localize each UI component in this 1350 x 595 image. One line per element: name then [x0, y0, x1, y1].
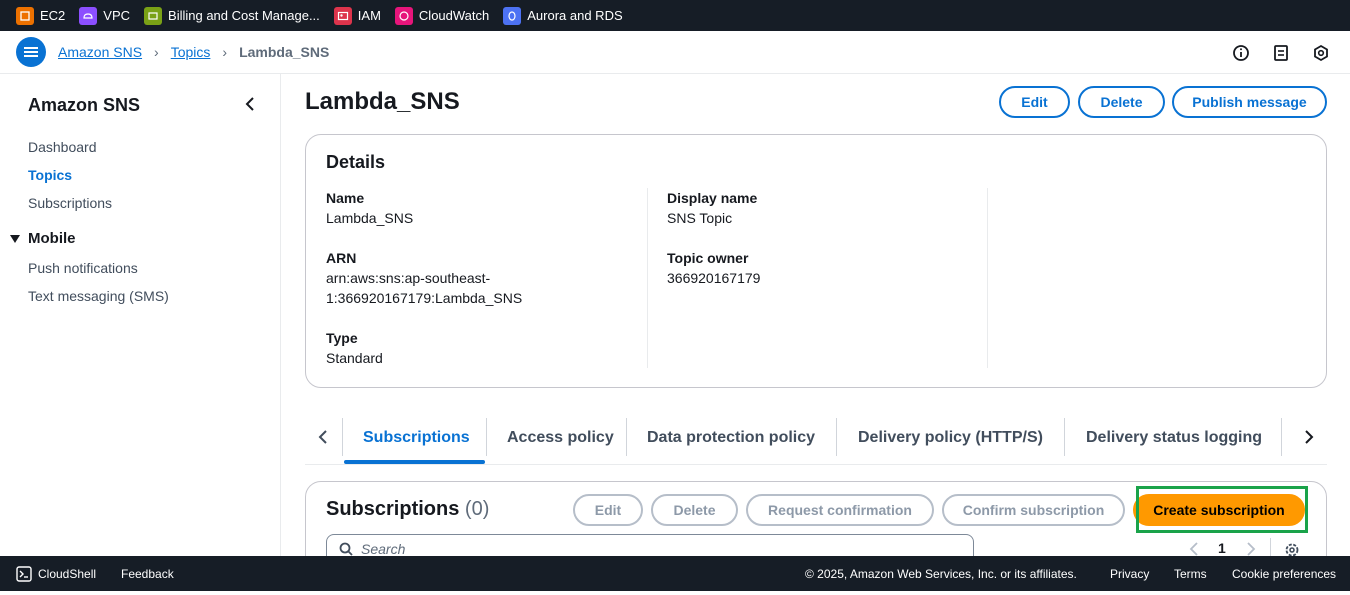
tab-divider: [1064, 418, 1065, 456]
name-value: Lambda_SNS: [326, 210, 414, 226]
vpc-icon: [79, 6, 98, 25]
sidebar-title: Amazon SNS: [28, 95, 141, 115]
rds-icon: [503, 6, 522, 25]
display-name-label: Display name: [667, 190, 758, 206]
type-label: Type: [326, 330, 358, 346]
tab-access-policy[interactable]: Access policy: [507, 414, 614, 462]
edit-subscription-button[interactable]: Edit: [573, 494, 643, 526]
type-value: Standard: [326, 350, 383, 366]
topic-owner-label: Topic owner: [667, 250, 749, 266]
favorite-label: EC2: [40, 8, 66, 23]
breadcrumb-amazon-sns[interactable]: Amazon SNS: [58, 44, 142, 60]
sidebar-section-label: Mobile: [28, 230, 76, 247]
cloudshell-label: CloudShell: [38, 566, 97, 581]
column-divider: [987, 188, 988, 368]
sidebar-item-subscriptions[interactable]: Subscriptions: [28, 195, 112, 211]
favorite-label: IAM: [357, 8, 381, 23]
column-divider: [647, 188, 648, 368]
name-label: Name: [326, 190, 365, 206]
billing-icon: [144, 6, 163, 25]
settings-hexagon-icon[interactable]: [1312, 44, 1330, 62]
tab-divider: [342, 418, 343, 456]
sidebar-item-dashboard[interactable]: Dashboard: [28, 139, 97, 155]
tab-scroll-left-icon[interactable]: [315, 429, 331, 445]
favorite-cloudwatch[interactable]: CloudWatch: [394, 0, 490, 31]
next-page-icon[interactable]: [1245, 542, 1257, 556]
footer: CloudShell Feedback © 2025, Amazon Web S…: [0, 556, 1350, 591]
sidebar-item-topics[interactable]: Topics: [28, 167, 72, 183]
page-title: Lambda_SNS: [305, 88, 460, 115]
tab-divider: [626, 418, 627, 456]
cookie-preferences-link[interactable]: Cookie preferences: [1232, 556, 1336, 591]
tab-divider: [486, 418, 487, 456]
arn-value-line2: 1:366920167179:Lambda_SNS: [326, 290, 523, 306]
tab-subscriptions[interactable]: Subscriptions: [363, 414, 470, 462]
sidebar-item-push-notifications[interactable]: Push notifications: [28, 260, 138, 276]
breadcrumb-current: Lambda_SNS: [239, 44, 330, 60]
feedback-link[interactable]: Feedback: [121, 556, 174, 591]
confirm-subscription-button[interactable]: Confirm subscription: [942, 494, 1125, 526]
ec2-icon: [16, 6, 34, 25]
page-number[interactable]: 1: [1218, 540, 1226, 556]
delete-subscription-button[interactable]: Delete: [651, 494, 738, 526]
favorite-label: CloudWatch: [418, 8, 490, 23]
favorite-iam[interactable]: IAM: [333, 0, 381, 31]
subscriptions-title: Subscriptions (0): [326, 498, 489, 521]
bottom-strip: [0, 591, 1350, 595]
notes-icon[interactable]: [1272, 44, 1290, 62]
favorite-aurora-rds[interactable]: Aurora and RDS: [503, 0, 623, 31]
publish-message-button[interactable]: Publish message: [1172, 86, 1327, 118]
edit-topic-button[interactable]: Edit: [999, 86, 1070, 118]
sidebar-section-mobile[interactable]: Mobile: [10, 230, 76, 247]
iam-icon: [333, 6, 352, 25]
chevron-right-icon: ›: [154, 44, 159, 60]
tabs-bar: Subscriptions Access policy Data protect…: [305, 414, 1327, 465]
caret-down-icon: [10, 234, 20, 243]
arn-label: ARN: [326, 250, 357, 266]
hamburger-menu-icon[interactable]: [16, 37, 46, 67]
subscriptions-title-text: Subscriptions: [326, 498, 460, 520]
display-name-value: SNS Topic: [667, 210, 733, 226]
cloudshell-button[interactable]: CloudShell: [16, 556, 96, 591]
arn-value-line1: arn:aws:sns:ap-southeast-: [326, 270, 491, 286]
favorite-label: Aurora and RDS: [527, 8, 623, 23]
sidebar: Amazon SNS Dashboard Topics Subscription…: [0, 74, 281, 556]
prev-page-icon[interactable]: [1188, 542, 1200, 556]
highlight-box: [1136, 486, 1308, 533]
tab-divider: [1281, 418, 1282, 456]
topic-owner-value: 366920167179: [667, 270, 761, 286]
breadcrumb-topics[interactable]: Topics: [171, 44, 211, 60]
request-confirmation-button[interactable]: Request confirmation: [746, 494, 934, 526]
cloudwatch-icon: [394, 6, 413, 25]
favorite-ec2[interactable]: EC2: [16, 0, 65, 31]
sidebar-item-text-messaging[interactable]: Text messaging (SMS): [28, 288, 169, 304]
active-tab-indicator: [344, 460, 485, 464]
favorite-label: VPC: [103, 8, 131, 23]
favorites-bar: EC2 VPC Billing and Cost Manage... IAM C…: [0, 0, 1350, 31]
favorite-label: Billing and Cost Manage...: [168, 8, 320, 23]
tab-scroll-right-icon[interactable]: [1301, 429, 1317, 445]
info-icon[interactable]: [1232, 44, 1250, 62]
collapse-sidebar-icon[interactable]: [242, 96, 258, 112]
tab-divider: [836, 418, 837, 456]
pager-divider: [1270, 538, 1271, 556]
terms-link[interactable]: Terms: [1174, 556, 1207, 591]
privacy-link[interactable]: Privacy: [1110, 556, 1149, 591]
search-placeholder: Search: [361, 541, 406, 557]
favorite-billing[interactable]: Billing and Cost Manage...: [144, 0, 320, 31]
copyright-text: © 2025, Amazon Web Services, Inc. or its…: [805, 566, 1077, 581]
details-title: Details: [326, 152, 386, 172]
favorite-vpc[interactable]: VPC: [79, 0, 130, 31]
details-card: Details Name Lambda_SNS ARN arn:aws:sns:…: [305, 134, 1327, 388]
cloudshell-icon: [16, 565, 32, 582]
subscriptions-count: (0): [464, 498, 490, 520]
tab-data-protection-policy[interactable]: Data protection policy: [647, 414, 815, 462]
search-icon: [339, 542, 353, 556]
tab-delivery-policy[interactable]: Delivery policy (HTTP/S): [858, 414, 1043, 462]
breadcrumb-bar: Amazon SNS › Topics › Lambda_SNS: [0, 31, 1350, 74]
tab-delivery-status-logging[interactable]: Delivery status logging: [1086, 414, 1262, 462]
delete-topic-button[interactable]: Delete: [1078, 86, 1165, 118]
chevron-right-icon: ›: [222, 44, 228, 60]
